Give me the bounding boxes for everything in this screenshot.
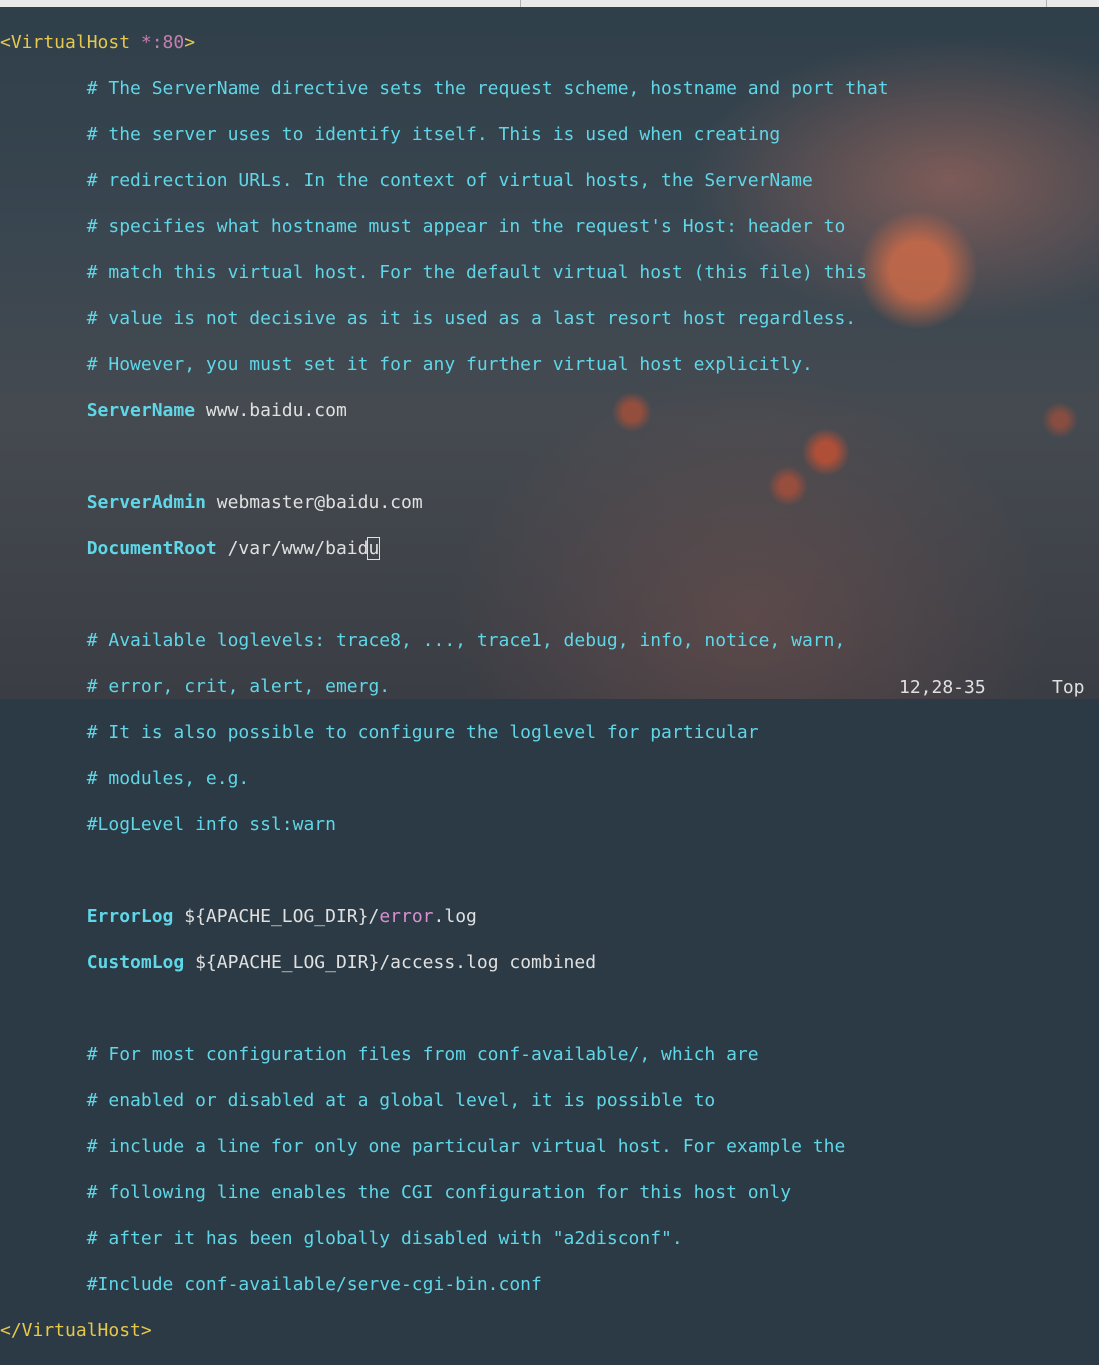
code-line: DocumentRoot /var/www/baidu [0,537,1099,560]
code-line: # specifies what hostname must appear in… [0,215,1099,238]
code-line: # following line enables the CGI configu… [0,1181,1099,1204]
code-line: CustomLog ${APACHE_LOG_DIR}/access.log c… [0,951,1099,974]
code-line: # after it has been globally disabled wi… [0,1227,1099,1250]
code-line: <VirtualHost *:80> [0,31,1099,54]
errorlog-word: error [379,906,434,927]
comment-line: # after it has been globally disabled wi… [86,1228,683,1249]
vim-editor-buffer[interactable]: <VirtualHost *:80> # The ServerName dire… [0,8,1099,1341]
code-line: # Available loglevels: trace8, ..., trac… [0,629,1099,652]
comment-line: # It is also possible to configure the l… [86,722,759,743]
customlog-value: ${APACHE_LOG_DIR}/access.log combined [195,952,597,973]
directive-servername: ServerName [86,400,196,421]
code-line: #Include conf-available/serve-cgi-bin.co… [0,1273,1099,1296]
code-line: # match this virtual host. For the defau… [0,261,1099,284]
directive-customlog: CustomLog [86,952,185,973]
comment-line: # value is not decisive as it is used as… [86,308,857,329]
vhost-open-bracket: > [184,32,196,53]
scroll-position: Top [1052,677,1085,698]
code-line: # redirection URLs. In the context of vi… [0,169,1099,192]
cursor-position: 12,28-35 [899,677,986,698]
comment-line: # redirection URLs. In the context of vi… [86,170,813,191]
errorlog-slash: / [368,906,380,927]
serveradmin-value: webmaster@baidu.com [216,492,423,513]
comment-line: #LogLevel info ssl:warn [86,814,336,835]
tab-right[interactable] [521,0,1047,7]
comment-line: # For most configuration files from conf… [86,1044,759,1065]
vhost-port: *:80 [130,32,185,53]
vhost-open-tag: <VirtualHost [0,32,131,53]
comment-line: # include a line for only one particular… [86,1136,846,1157]
documentroot-value: /var/www/baid [227,538,369,559]
code-line: ErrorLog ${APACHE_LOG_DIR}/error.log [0,905,1099,928]
code-line: # It is also possible to configure the l… [0,721,1099,744]
errorlog-var: ${APACHE_LOG_DIR} [184,906,369,927]
comment-line: # enabled or disabled at a global level,… [86,1090,716,1111]
comment-line: # following line enables the CGI configu… [86,1182,792,1203]
window-tab-strip [0,0,1099,7]
code-line: # The ServerName directive sets the requ… [0,77,1099,100]
comment-line: # match this virtual host. For the defau… [86,262,867,283]
errorlog-ext: .log [433,906,477,927]
servername-value: www.baidu.com [205,400,347,421]
code-line: # enabled or disabled at a global level,… [0,1089,1099,1112]
vim-statusline: 12,28-35 Top [0,676,1099,699]
tab-left[interactable] [0,0,521,7]
code-line: #LogLevel info ssl:warn [0,813,1099,836]
code-line: # include a line for only one particular… [0,1135,1099,1158]
directive-documentroot: DocumentRoot [86,538,217,559]
code-line: # However, you must set it for any furth… [0,353,1099,376]
comment-line: # modules, e.g. [86,768,250,789]
comment-line: # However, you must set it for any furth… [86,354,813,375]
comment-line: # the server uses to identify itself. Th… [86,124,781,145]
comment-line: #Include conf-available/serve-cgi-bin.co… [86,1274,542,1295]
directive-errorlog: ErrorLog [86,906,174,927]
comment-line: # Available loglevels: trace8, ..., trac… [86,630,846,651]
code-line: </VirtualHost> [0,1319,1099,1342]
comment-line: # specifies what hostname must appear in… [86,216,846,237]
vhost-close-tag: </VirtualHost> [0,1320,152,1341]
text-cursor: u [367,537,381,560]
directive-serveradmin: ServerAdmin [86,492,206,513]
comment-line: # The ServerName directive sets the requ… [86,78,889,99]
code-line: ServerName www.baidu.com [0,399,1099,422]
code-line: # value is not decisive as it is used as… [0,307,1099,330]
code-line: ServerAdmin webmaster@baidu.com [0,491,1099,514]
code-line: # the server uses to identify itself. Th… [0,123,1099,146]
code-line: # modules, e.g. [0,767,1099,790]
code-line: # For most configuration files from conf… [0,1043,1099,1066]
